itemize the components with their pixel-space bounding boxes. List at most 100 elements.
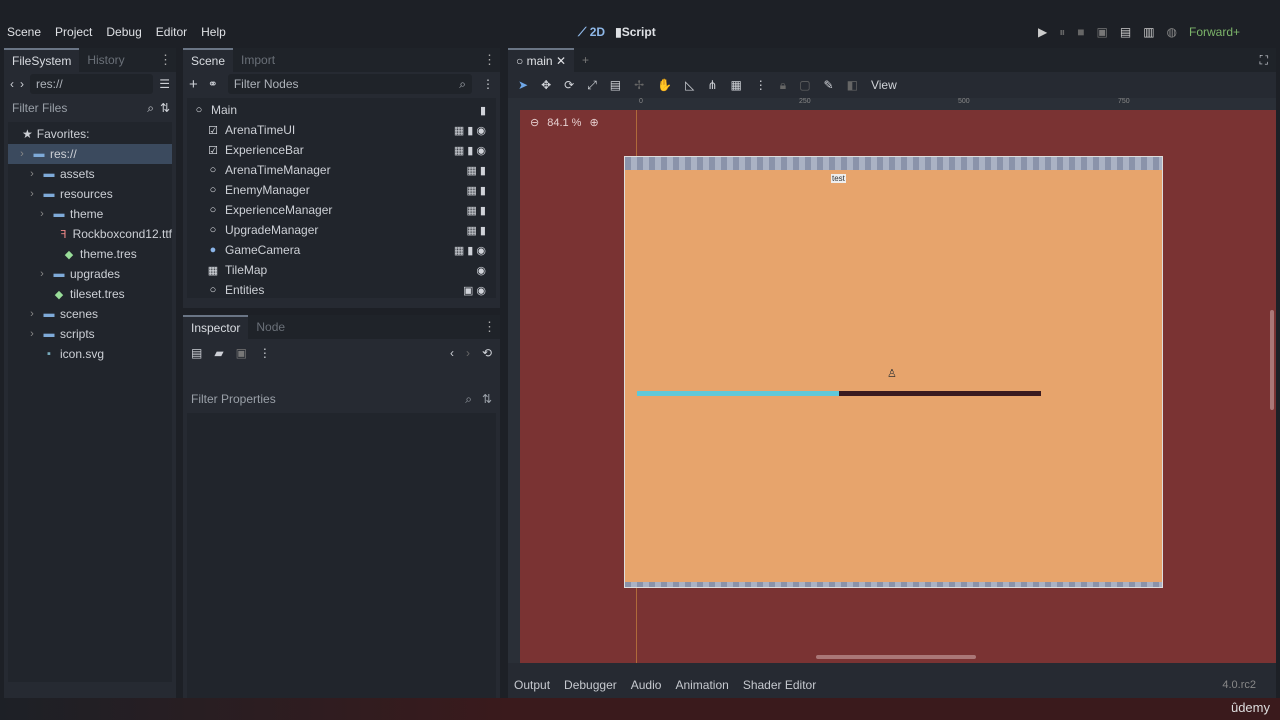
tab-main[interactable]: ○ main ✕ xyxy=(508,48,575,72)
tab-node[interactable]: Node xyxy=(248,316,293,338)
zoom-level[interactable]: 84.1 % xyxy=(547,117,581,129)
scene-node[interactable]: ☑ ExperienceBar ▦ ▮ ◉ xyxy=(187,140,496,160)
open-resource-icon[interactable]: ▰ xyxy=(214,346,223,360)
menu-debug[interactable]: Debug xyxy=(99,22,148,44)
scene-node[interactable]: ○ ArenaTimeManager ▦ ▮ xyxy=(187,160,496,180)
back-icon[interactable]: ‹ xyxy=(10,77,14,91)
canvas-viewport[interactable]: ⊖ 84.1 % ⊕ test ♙ xyxy=(520,110,1276,663)
node-status-icons[interactable]: ▣ ◉ xyxy=(463,284,496,297)
tab-output[interactable]: Output xyxy=(514,678,550,692)
expand-icon[interactable]: › xyxy=(26,328,38,340)
ruler-icon[interactable]: ◺ xyxy=(685,78,694,92)
play-scene-icon[interactable]: ▤ xyxy=(1120,25,1131,40)
pivot-icon[interactable]: ✢ xyxy=(634,78,644,92)
sort-icon[interactable]: ⇅ xyxy=(482,392,492,406)
expand-icon[interactable]: › xyxy=(16,148,28,160)
tab-scene[interactable]: Scene xyxy=(183,48,234,72)
group-icon[interactable]: ▢ xyxy=(799,78,810,92)
play-custom-icon[interactable]: ▥ xyxy=(1143,25,1154,40)
distraction-free-icon[interactable]: ⛶ xyxy=(1260,53,1276,68)
scene-node[interactable]: ○ Entities ▣ ◉ xyxy=(187,280,496,300)
remote-debug-icon[interactable]: ▣ xyxy=(1097,25,1108,40)
move-tool-icon[interactable]: ✥ xyxy=(541,78,551,92)
menu-scene[interactable]: Scene xyxy=(0,22,48,44)
node-status-icons[interactable]: ▦ ▮ xyxy=(466,164,496,177)
link-icon[interactable]: ⚭ xyxy=(208,77,218,91)
scene-node[interactable]: ● GameCamera ▦ ▮ ◉ xyxy=(187,240,496,260)
zoom-out-icon[interactable]: ⊖ xyxy=(530,116,539,129)
node-status-icons[interactable]: ▦ ▮ xyxy=(466,204,496,217)
expand-icon[interactable]: › xyxy=(36,268,48,280)
menu-editor[interactable]: Editor xyxy=(149,22,194,44)
scale-tool-icon[interactable]: ⤢ xyxy=(587,78,597,93)
file-item[interactable]: › ▬ res:// xyxy=(8,144,172,164)
grid-snap-icon[interactable]: ▦ xyxy=(730,78,741,92)
node-status-icons[interactable]: ▦ ▮ xyxy=(466,184,496,197)
node-status-icons[interactable]: ▦ ▮ xyxy=(466,224,496,237)
node-status-icons[interactable]: ◉ xyxy=(476,264,496,277)
menu-help[interactable]: Help xyxy=(194,22,233,44)
list-select-icon[interactable]: ▤ xyxy=(610,78,621,92)
select-tool-icon[interactable]: ➤ xyxy=(518,78,528,92)
forward-icon[interactable]: › xyxy=(20,77,24,91)
camera-icon[interactable]: ◧ xyxy=(847,78,858,92)
scene-node[interactable]: ○ EnemyManager ▦ ▮ xyxy=(187,180,496,200)
node-status-icons[interactable]: ▦ ▮ ◉ xyxy=(454,124,496,137)
file-item[interactable]: › ▬ assets xyxy=(8,164,172,184)
scene-node[interactable]: ☑ ArenaTimeUI ▦ ▮ ◉ xyxy=(187,120,496,140)
filter-nodes-input[interactable]: Filter Nodes ⌕ xyxy=(227,74,472,94)
file-item[interactable]: › ▬ upgrades xyxy=(8,264,172,284)
scene-node[interactable]: ○ UpgradeManager ▦ ▮ xyxy=(187,220,496,240)
tab-import[interactable]: Import xyxy=(233,49,283,71)
more-icon[interactable]: ⋮ xyxy=(259,346,271,360)
split-mode-icon[interactable]: ☰ xyxy=(159,77,170,91)
file-item[interactable]: › ▬ scripts xyxy=(8,324,172,344)
expand-icon[interactable]: › xyxy=(26,188,38,200)
renderer-select[interactable]: Forward+ xyxy=(1189,25,1240,40)
play-icon[interactable]: ▶ xyxy=(1038,25,1047,40)
file-item[interactable]: ▪ icon.svg xyxy=(8,344,172,364)
lock-icon[interactable]: 🔒︎ xyxy=(780,78,786,93)
filter-properties-input[interactable]: Filter Properties xyxy=(191,392,455,406)
expand-icon[interactable]: › xyxy=(36,208,48,220)
expand-icon[interactable]: › xyxy=(26,168,38,180)
file-item[interactable]: ◆ tileset.tres xyxy=(8,284,172,304)
tab-filesystem[interactable]: FileSystem xyxy=(4,48,80,72)
scene-node[interactable]: ▦ TileMap ◉ xyxy=(187,260,496,280)
add-tab-icon[interactable]: + xyxy=(574,53,597,67)
add-node-icon[interactable]: + xyxy=(189,76,198,93)
more-icon[interactable]: ⋮ xyxy=(159,52,176,68)
workspace-script[interactable]: ▮Script xyxy=(615,25,656,40)
movie-icon[interactable]: ◍ xyxy=(1167,25,1177,40)
zoom-in-icon[interactable]: ⊕ xyxy=(589,116,598,129)
expand-icon[interactable]: › xyxy=(26,308,38,320)
node-status-icons[interactable]: ▦ ▮ ◉ xyxy=(454,144,496,157)
tab-inspector[interactable]: Inspector xyxy=(183,315,249,339)
tab-debugger[interactable]: Debugger xyxy=(564,678,617,692)
more-icon[interactable]: ⋮ xyxy=(755,78,767,92)
menu-project[interactable]: Project xyxy=(48,22,99,44)
stop-icon[interactable]: ■ xyxy=(1077,25,1084,40)
view-menu[interactable]: View xyxy=(871,78,897,92)
file-item[interactable]: ꟻ Rockboxcond12.ttf xyxy=(8,224,172,244)
filter-files-input[interactable]: Filter Files xyxy=(10,98,141,118)
file-item[interactable]: ◆ theme.tres xyxy=(8,244,172,264)
file-item[interactable]: › ▬ scenes xyxy=(8,304,172,324)
path-input[interactable]: res:// xyxy=(30,74,154,94)
more-icon[interactable]: ⋮ xyxy=(482,77,494,91)
node-status-icons[interactable]: ▮ xyxy=(480,104,496,117)
tab-animation[interactable]: Animation xyxy=(675,678,728,692)
more-icon[interactable]: ⋮ xyxy=(483,52,500,68)
more-icon[interactable]: ⋮ xyxy=(483,319,500,335)
sort-icon[interactable]: ⇅ xyxy=(160,101,170,115)
tab-history[interactable]: History xyxy=(79,49,132,71)
file-item[interactable]: › ▬ theme xyxy=(8,204,172,224)
tab-audio[interactable]: Audio xyxy=(631,678,662,692)
bone-icon[interactable]: ✎ xyxy=(824,78,834,92)
rotate-tool-icon[interactable]: ⟳ xyxy=(564,78,574,92)
pause-icon[interactable]: ⏸ xyxy=(1059,25,1065,40)
smart-snap-icon[interactable]: ⋔ xyxy=(707,78,717,92)
history-icon[interactable]: ⟲ xyxy=(482,346,492,360)
new-resource-icon[interactable]: ▤ xyxy=(191,346,202,360)
scene-node[interactable]: ○ Main ▮ xyxy=(187,100,496,120)
